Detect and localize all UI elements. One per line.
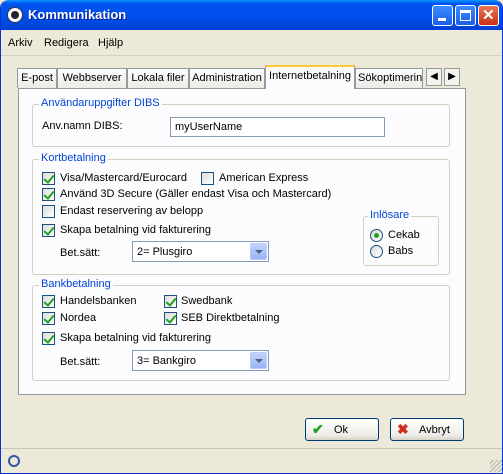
babs-label: Babs [388,245,414,257]
tab-sokoptimering[interactable]: Sökoptimering [355,68,423,88]
amex-label: American Express [219,172,309,184]
menu-bar: Arkiv Redigera Hjälp [1,30,502,56]
cancel-button[interactable]: ✖ Avbryt [390,418,464,441]
nordea-label: Nordea [60,312,97,324]
tab-administration[interactable]: Administration [189,68,265,88]
card-payment-group: Kortbetalning Visa/Mastercard/Eurocard A… [32,152,450,275]
arrow-right-icon: ▶ [448,71,456,82]
kommunikation-window: Kommunikation ✕ Arkiv Redigera Hjälp E-p… [0,0,503,474]
swedbank-label: Swedbank [181,295,233,307]
visa-checkbox[interactable] [42,172,55,185]
ok-button-label: Ok [334,424,349,436]
card-create-payment-checkbox[interactable] [42,224,55,237]
close-button[interactable]: ✕ [478,5,499,26]
bank-create-payment-label: Skapa betalning vid fakturering [60,332,212,344]
arrow-left-icon: ◀ [430,71,438,82]
internetbetalning-panel: Användaruppgifter DIBS Anv.namn DIBS: Ko… [18,88,466,395]
card-payment-group-title: Kortbetalning [39,152,108,164]
bank-payment-group: Bankbetalning Handelsbanken Swedbank Nor… [32,278,450,381]
card-bet-label: Bet.sätt: [60,247,101,259]
bank-bet-label: Bet.sätt: [60,356,101,368]
tab-webbserver[interactable]: Webbserver [57,68,127,88]
seb-checkbox[interactable] [164,312,177,325]
bank-payment-group-title: Bankbetalning [39,278,113,290]
close-icon: ✕ [482,7,495,24]
minimize-icon [438,18,446,21]
cross-icon: ✖ [397,421,409,437]
chevron-down-icon[interactable] [250,352,267,369]
menu-arkiv[interactable]: Arkiv [8,37,32,49]
babs-radio[interactable] [370,245,383,258]
3d-secure-label: Använd 3D Secure (Gäller endast Visa och… [60,188,332,200]
3d-secure-checkbox[interactable] [42,188,55,201]
nordea-checkbox[interactable] [42,312,55,325]
bank-bet-value: 3= Bankgiro [137,355,197,367]
title-bar[interactable]: Kommunikation ✕ [1,0,502,30]
visa-label: Visa/Mastercard/Eurocard [60,172,187,184]
dibs-group: Användaruppgifter DIBS Anv.namn DIBS: [32,97,450,147]
resize-grip[interactable] [490,460,502,472]
maximize-icon [460,10,471,21]
menu-redigera[interactable]: Redigera [44,37,89,49]
card-create-payment-label: Skapa betalning vid fakturering [60,224,212,236]
status-bar [1,448,502,473]
swedbank-checkbox[interactable] [164,295,177,308]
checkmark-icon: ✔ [312,421,324,437]
tab-scroll-right-button[interactable]: ▶ [444,68,460,86]
tab-lokala-filer[interactable]: Lokala filer [127,68,189,88]
card-bet-value: 2= Plusgiro [137,246,193,258]
chevron-down-icon[interactable] [250,243,267,260]
reserve-only-label: Endast reservering av belopp [60,205,204,217]
minimize-button[interactable] [432,5,453,26]
window-title: Kommunikation [28,7,127,22]
handelsbanken-label: Handelsbanken [60,295,137,307]
maximize-button[interactable] [455,5,476,26]
tab-e-post[interactable]: E-post [17,68,57,88]
bank-bet-select[interactable]: 3= Bankgiro [132,350,269,371]
menu-hjalp[interactable]: Hjälp [98,37,123,49]
tab-bar: E-post Webbserver Lokala filer Administr… [1,65,502,89]
cekab-radio[interactable] [370,229,383,242]
bank-create-payment-checkbox[interactable] [42,332,55,345]
tab-scroll-left-button[interactable]: ◀ [426,68,442,86]
acquirer-group: Inlösare Cekab Babs [363,209,439,266]
cancel-button-label: Avbryt [419,424,450,436]
cekab-label: Cekab [388,229,420,241]
card-bet-select[interactable]: 2= Plusgiro [132,241,269,262]
app-icon[interactable] [7,7,23,23]
acquirer-group-title: Inlösare [368,209,412,221]
tab-internetbetalning[interactable]: Internetbetalning [265,65,355,89]
reserve-only-checkbox[interactable] [42,205,55,218]
ok-button[interactable]: ✔ Ok [305,418,379,441]
lock-icon [8,455,20,467]
seb-label: SEB Direktbetalning [181,312,280,324]
amex-checkbox[interactable] [201,172,214,185]
handelsbanken-checkbox[interactable] [42,295,55,308]
dibs-username-input[interactable] [170,117,385,137]
dibs-group-title: Användaruppgifter DIBS [39,97,162,109]
dibs-username-label: Anv.namn DIBS: [42,120,123,132]
